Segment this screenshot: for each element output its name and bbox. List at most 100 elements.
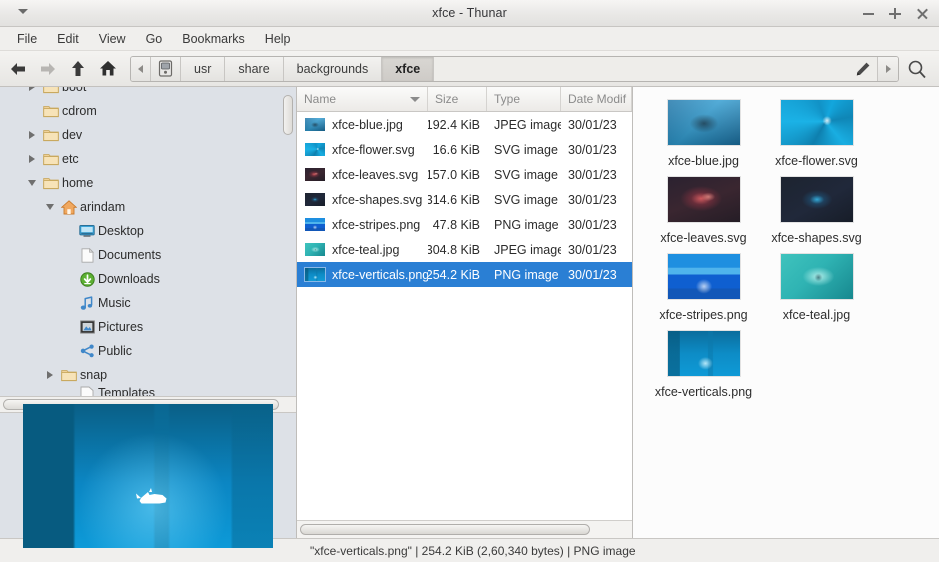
table-row[interactable]: xfce-teal.jpg304.8 KiBJPEG image30/01/23 [297,237,632,262]
sidebar-item-label: dev [62,128,82,142]
sidebar-item-boot[interactable]: boot [0,87,296,99]
icon-view-item[interactable]: xfce-teal.jpg [760,253,873,322]
table-row[interactable]: xfce-shapes.svg314.6 KiBSVG image30/01/2… [297,187,632,212]
maximize-icon[interactable] [889,7,902,20]
table-row[interactable]: xfce-flower.svg16.6 KiBSVG image30/01/23 [297,137,632,162]
column-header-name[interactable]: Name [297,87,428,111]
templates-icon [76,386,98,397]
public-share-icon [76,344,98,358]
arrow-left-icon[interactable] [8,59,28,79]
sidebar-item-label: cdrom [62,104,97,118]
folder-icon [43,87,59,94]
home-icon[interactable] [98,59,118,79]
search-icon[interactable] [903,56,931,82]
pictures-icon [80,320,95,334]
breadcrumb-usr[interactable]: usr [181,57,225,81]
file-name-label: xfce-blue.jpg [332,118,403,132]
tree-expander-expanded-icon[interactable] [42,204,58,210]
sidebar-item-label: boot [62,87,86,94]
menu-item-go[interactable]: Go [137,29,172,49]
menu-bar: File Edit View Go Bookmarks Help [0,27,939,51]
chevron-left-icon[interactable] [131,57,151,81]
menu-item-file[interactable]: File [8,29,46,49]
menu-item-bookmarks[interactable]: Bookmarks [173,29,254,49]
sidebar-item-snap[interactable]: snap [0,363,296,387]
menu-item-edit[interactable]: Edit [48,29,88,49]
file-name-label: xfce-leaves.svg [332,168,418,182]
sidebar-item-pictures[interactable]: Pictures [0,315,296,339]
sidebar-item-templates[interactable]: Templates [0,387,296,397]
templates-icon [80,386,94,397]
file-type-cell: PNG image [487,218,561,232]
file-size-cell: 157.0 KiB [428,168,487,182]
icon-view-item[interactable]: xfce-shapes.svg [760,176,873,245]
column-header-type[interactable]: Type [487,87,561,111]
sidebar-item-desktop[interactable]: Desktop [0,219,296,243]
path-bar-empty-area[interactable] [434,57,848,81]
file-name-cell: xfce-teal.jpg [297,242,428,257]
menu-item-help[interactable]: Help [256,29,300,49]
file-thumbnail [304,142,326,157]
sidebar-item-documents[interactable]: Documents [0,243,296,267]
table-row[interactable]: xfce-verticals.png254.2 KiBPNG image30/0… [297,262,632,287]
file-name-cell: xfce-verticals.png [297,267,428,282]
icon-view-item[interactable]: xfce-flower.svg [760,99,873,168]
chevron-right-icon[interactable] [878,57,898,81]
icon-view-item[interactable]: xfce-leaves.svg [647,176,760,245]
table-row[interactable]: xfce-blue.jpg192.4 KiBJPEG image30/01/23 [297,112,632,137]
icon-view-item[interactable]: xfce-verticals.png [647,330,760,399]
icon-view-item[interactable]: xfce-blue.jpg [647,99,760,168]
column-header-size[interactable]: Size [428,87,487,111]
column-header-date-modified[interactable]: Date Modif [561,87,632,111]
sort-descending-icon [410,97,420,102]
close-icon[interactable] [916,7,929,20]
preview-image-xfce-verticals [23,404,273,548]
hard-drive-icon[interactable] [151,57,181,81]
file-list-horizontal-scrollbar[interactable] [297,520,632,538]
file-list-hscroll-thumb[interactable] [300,524,590,535]
arrow-up-icon[interactable] [68,59,88,79]
tree-expander-collapsed-icon[interactable] [24,155,40,163]
file-name-cell: xfce-shapes.svg [297,192,428,207]
tree-expander-collapsed-icon[interactable] [24,87,40,91]
navigation-buttons [8,59,130,79]
sidebar-item-label: Templates [98,386,155,397]
breadcrumb-xfce[interactable]: xfce [382,57,434,81]
sidebar-item-public[interactable]: Public [0,339,296,363]
documents-icon [81,248,94,263]
window-controls [862,0,929,27]
table-row[interactable]: xfce-stripes.png47.8 KiBPNG image30/01/2… [297,212,632,237]
sidebar-vertical-scrollbar[interactable] [283,92,293,392]
file-size-cell: 47.8 KiB [428,218,487,232]
folder-icon [61,368,77,382]
breadcrumb-backgrounds[interactable]: backgrounds [284,57,383,81]
sidebar-item-music[interactable]: Music [0,291,296,315]
breadcrumb-share[interactable]: share [225,57,283,81]
sidebar-item-dev[interactable]: dev [0,123,296,147]
sidebar-item-cdrom[interactable]: cdrom [0,99,296,123]
file-thumbnail [304,192,326,207]
home-folder-icon [58,200,80,215]
minimize-icon[interactable] [862,7,875,20]
sidebar-item-downloads[interactable]: Downloads [0,267,296,291]
icon-view-item[interactable]: xfce-stripes.png [647,253,760,322]
file-date-cell: 30/01/23 [561,168,632,182]
column-header-name-label: Name [304,92,336,106]
sidebar-item-etc[interactable]: etc [0,147,296,171]
table-row[interactable]: xfce-leaves.svg157.0 KiBSVG image30/01/2… [297,162,632,187]
sidebar-item-home[interactable]: home [0,171,296,195]
sidebar-tree: boot cdrom dev etchomearindamDesktopDocumen… [0,87,296,397]
pencil-icon[interactable] [848,57,878,81]
file-name-label: xfce-verticals.png [332,268,428,282]
file-thumbnail [304,242,326,257]
sidebar-item-arindam[interactable]: arindam [0,195,296,219]
folder-icon [40,128,62,142]
icon-view-label: xfce-flower.svg [775,154,858,168]
menu-item-view[interactable]: View [90,29,135,49]
tree-expander-collapsed-icon[interactable] [42,371,58,379]
tree-expander-collapsed-icon[interactable] [24,131,40,139]
chevron-down-icon[interactable] [18,9,28,14]
sidebar-scroll-thumb[interactable] [283,95,293,135]
tree-expander-expanded-icon[interactable] [24,180,40,186]
file-thumbnail [304,117,326,132]
